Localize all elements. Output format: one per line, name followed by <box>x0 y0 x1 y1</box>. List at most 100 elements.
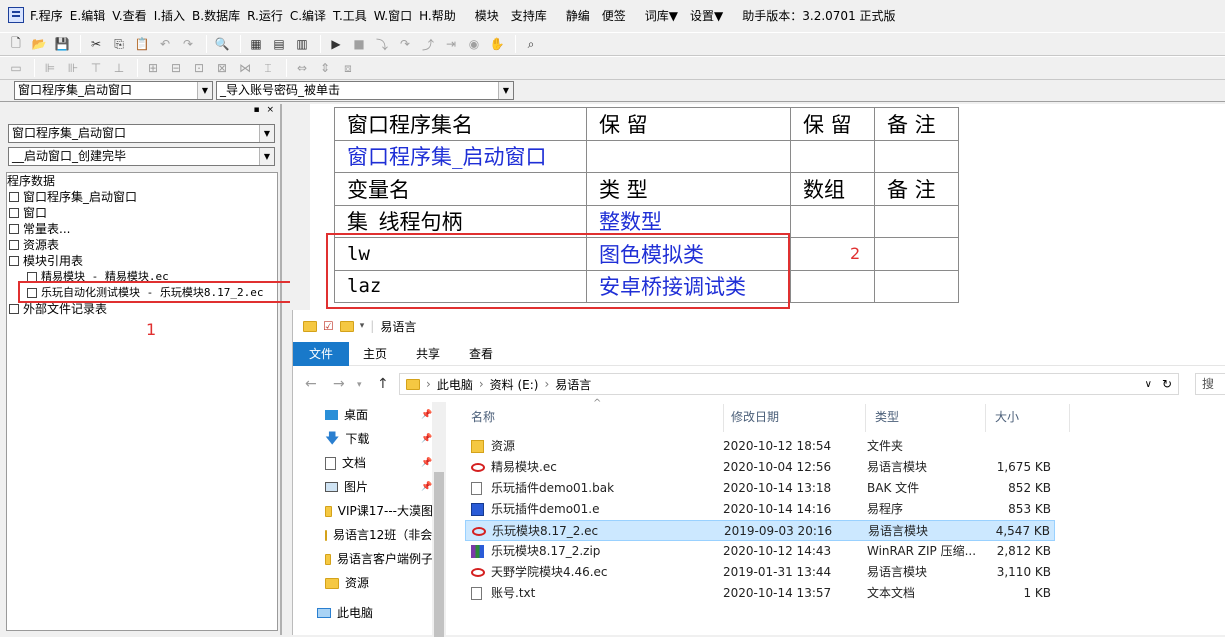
file-row[interactable]: 乐玩插件demo01.bak 2020-10-14 13:18 BAK 文件 8… <box>465 478 1055 499</box>
tree-item-assembly[interactable]: 窗口程序集_启动窗口 <box>7 189 277 205</box>
menu-run[interactable]: R.运行 <box>247 7 290 24</box>
run-to-cursor-icon[interactable]: ⇥ <box>441 35 461 53</box>
quick-access-dropdown-icon[interactable]: ▾ <box>360 321 365 331</box>
same-width-icon[interactable]: ⊡ <box>189 59 209 77</box>
hand-icon[interactable]: ✋ <box>487 35 507 53</box>
file-row[interactable]: 精易模块.ec 2020-10-04 12:56 易语言模块 1,675 KB <box>465 457 1055 478</box>
nav-scrollbar[interactable] <box>432 402 446 637</box>
var-array-cell[interactable] <box>790 269 875 303</box>
center-v-icon[interactable]: ⊟ <box>166 59 186 77</box>
chevron-down-icon[interactable]: ▼ <box>498 82 513 99</box>
column-divider[interactable] <box>865 404 866 432</box>
align-left-icon[interactable]: ⊫ <box>40 59 60 77</box>
menu-window[interactable]: W.窗口 <box>374 7 419 24</box>
save-icon[interactable]: 💾 <box>52 35 72 53</box>
scrollbar-thumb[interactable] <box>434 472 444 637</box>
address-bar[interactable]: › 此电脑 › 资料 (E:) › 易语言 ∨ ↻ <box>399 373 1179 395</box>
var-note-cell[interactable] <box>874 204 959 238</box>
menu-program[interactable]: F.程序 <box>30 7 70 24</box>
column-divider[interactable] <box>723 404 724 432</box>
tree-item-resources[interactable]: 资源表 <box>7 237 277 253</box>
panel-subroutine-select[interactable]: __启动窗口_创建完毕 ▼ <box>8 147 275 166</box>
file-row-selected[interactable]: 乐玩模块8.17_2.ec 2019-09-03 20:16 易语言模块 4,5… <box>465 520 1055 541</box>
var-array-cell[interactable] <box>790 204 875 238</box>
same-size-icon[interactable]: ⧈ <box>338 59 358 77</box>
tab-home[interactable]: 主页 <box>355 342 395 366</box>
tab-share[interactable]: 共享 <box>408 342 448 366</box>
column-header-type[interactable]: 类型 <box>875 402 899 432</box>
new-file-icon[interactable]: 🗋 <box>6 35 26 53</box>
var-note-cell[interactable] <box>874 237 959 271</box>
h-space-icon[interactable]: ⋈ <box>235 59 255 77</box>
redo-icon[interactable]: ↷ <box>178 35 198 53</box>
step-out-icon[interactable]: ⤴ <box>418 35 438 53</box>
assembly-name-cell[interactable]: 窗口程序集_启动窗口 <box>334 139 587 173</box>
chevron-down-icon[interactable]: ▼ <box>259 125 274 142</box>
h-size-icon[interactable]: ⇔ <box>292 59 312 77</box>
new-folder-icon[interactable] <box>339 320 354 332</box>
menu-help[interactable]: H.帮助 <box>419 7 463 24</box>
nav-item-folder[interactable]: 易语言12班（非会员 <box>325 524 433 546</box>
tree-item-module-refs[interactable]: 模块引用表 <box>7 253 277 269</box>
refresh-icon[interactable]: ↻ <box>1162 377 1172 391</box>
v-size-icon[interactable]: ⇕ <box>315 59 335 77</box>
file-row[interactable]: 天野学院模块4.46.ec 2019-01-31 13:44 易语言模块 3,1… <box>465 562 1055 583</box>
align-bottom-icon[interactable]: ⊥ <box>109 59 129 77</box>
undo-icon[interactable]: ↶ <box>155 35 175 53</box>
breadcrumb-this-pc[interactable]: 此电脑 <box>437 376 473 393</box>
menu-static-compile[interactable]: 静编 <box>554 7 602 24</box>
var-array-cell[interactable] <box>790 237 875 271</box>
file-row[interactable]: 乐玩插件demo01.e 2020-10-14 14:16 易程序 853 KB <box>465 499 1055 520</box>
nav-item-pictures[interactable]: 图片 <box>325 476 433 498</box>
menu-tools[interactable]: T.工具 <box>333 7 374 24</box>
search-input[interactable]: 搜 <box>1195 373 1225 395</box>
breakpoint-icon[interactable]: ◉ <box>464 35 484 53</box>
tree-item-window[interactable]: 窗口 <box>7 205 277 221</box>
up-icon[interactable]: ↑ <box>377 376 389 392</box>
layout2-icon[interactable]: ▤ <box>269 35 289 53</box>
column-header-date[interactable]: 修改日期 <box>731 402 779 432</box>
menu-module[interactable]: 模块 <box>463 7 511 24</box>
assembly-select[interactable]: 窗口程序集_启动窗口 ▼ <box>14 81 213 100</box>
copy-icon[interactable]: ⎘ <box>109 35 129 53</box>
menu-database[interactable]: B.数据库 <box>192 7 247 24</box>
panel-controls[interactable]: ▪ × <box>253 105 276 115</box>
properties-icon[interactable]: ☑ <box>323 319 334 333</box>
menu-view[interactable]: V.查看 <box>112 7 153 24</box>
align-top-icon[interactable]: ⊤ <box>86 59 106 77</box>
step-over-icon[interactable]: ↷ <box>395 35 415 53</box>
center-h-icon[interactable]: ⊞ <box>143 59 163 77</box>
tab-view[interactable]: 查看 <box>461 342 501 366</box>
nav-item-desktop[interactable]: 桌面 <box>325 404 433 426</box>
var-note-cell[interactable] <box>874 269 959 303</box>
table-cell[interactable] <box>874 139 959 173</box>
stop-icon[interactable]: ■ <box>349 35 369 53</box>
tab-file[interactable]: 文件 <box>293 342 349 366</box>
table-row[interactable]: 窗口程序集_启动窗口 <box>334 139 959 173</box>
nav-item-documents[interactable]: 文档 <box>325 452 433 474</box>
menu-thesaurus[interactable]: 词库▼ <box>633 7 690 24</box>
recent-dropdown-icon[interactable]: ▾ <box>357 380 362 390</box>
nav-item-folder[interactable]: 资源 <box>325 572 433 594</box>
tree-item-constants[interactable]: 常量表... <box>7 221 277 237</box>
table-cell[interactable] <box>586 139 791 173</box>
layout1-icon[interactable]: ▦ <box>246 35 266 53</box>
paste-icon[interactable]: 📋 <box>132 35 152 53</box>
open-folder-icon[interactable]: 📂 <box>29 35 49 53</box>
menu-notes[interactable]: 便签 <box>602 7 633 24</box>
step-into-icon[interactable]: ⤵ <box>372 35 392 53</box>
form-icon[interactable]: ▭ <box>6 59 26 77</box>
nav-item-folder[interactable]: 易语言客户端例子 <box>325 548 433 570</box>
column-divider[interactable] <box>985 404 986 432</box>
column-divider[interactable] <box>1069 404 1070 432</box>
tree-item-external-files[interactable]: 外部文件记录表 <box>7 301 277 317</box>
file-row[interactable]: 账号.txt 2020-10-14 13:57 文本文档 1 KB <box>465 583 1055 604</box>
table-cell[interactable] <box>790 139 875 173</box>
menu-settings[interactable]: 设置▼ <box>690 7 730 24</box>
cut-icon[interactable]: ✂ <box>86 35 106 53</box>
v-space-icon[interactable]: ⌶ <box>258 59 278 77</box>
align-right-icon[interactable]: ⊪ <box>63 59 83 77</box>
menu-insert[interactable]: I.插入 <box>154 7 192 24</box>
column-header-name[interactable]: 名称 <box>471 402 495 432</box>
nav-item-downloads[interactable]: 🡇 下载 <box>325 428 433 450</box>
